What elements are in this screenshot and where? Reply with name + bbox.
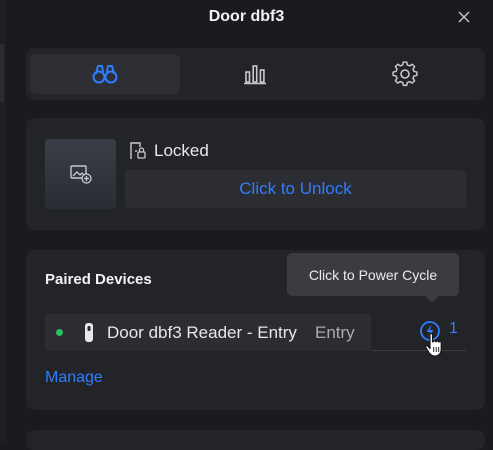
door-image-placeholder[interactable] — [45, 139, 116, 209]
device-direction: Entry — [315, 323, 355, 342]
gear-icon — [392, 61, 418, 87]
add-image-icon — [69, 165, 92, 184]
reader-device-icon — [85, 323, 93, 342]
lock-card: Locked Click to Unlock — [26, 118, 485, 230]
left-panel-notch — [0, 44, 4, 102]
panel-header: Door dbf3 — [0, 0, 493, 34]
lock-status: Locked — [129, 141, 209, 161]
row-divider — [371, 350, 466, 351]
paired-devices-title: Paired Devices — [45, 271, 152, 288]
power-cycle-count: 1 — [449, 320, 458, 337]
tab-settings[interactable] — [330, 54, 480, 94]
hand-pointer-cursor-icon — [425, 332, 442, 357]
device-name: Door dbf3 Reader - Entry — [107, 323, 297, 342]
binoculars-icon — [92, 65, 118, 84]
manage-link[interactable]: Manage — [45, 369, 103, 387]
unlock-button[interactable]: Click to Unlock — [125, 170, 466, 208]
panel-title: Door dbf3 — [208, 8, 285, 25]
lock-status-label: Locked — [154, 141, 209, 160]
tab-overview[interactable] — [30, 54, 180, 94]
door-lock-icon — [130, 142, 146, 159]
device-row[interactable]: Door dbf3 Reader - Entry Entry — [45, 314, 371, 351]
tooltip-text: Click to Power Cycle — [308, 266, 438, 283]
tab-insights[interactable] — [180, 54, 330, 94]
next-card — [26, 430, 485, 450]
left-panel-edge — [0, 0, 6, 443]
bar-chart-icon — [244, 65, 266, 85]
online-status-dot — [56, 329, 63, 336]
tooltip-arrow — [425, 296, 439, 303]
close-icon[interactable] — [455, 8, 473, 26]
power-cycle-tooltip: Click to Power Cycle — [287, 253, 459, 303]
tab-bar — [26, 48, 485, 100]
